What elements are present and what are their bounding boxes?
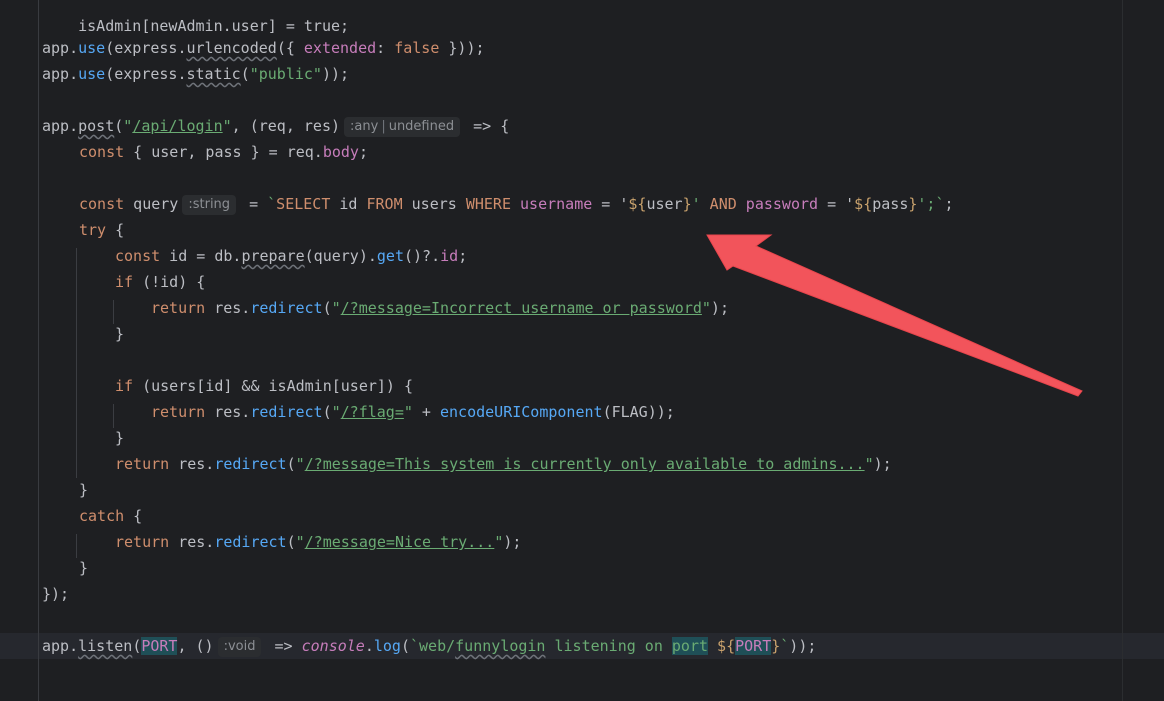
annotation-arrow (706, 234, 1083, 397)
arrow-shape (706, 234, 1083, 397)
code-editor[interactable]: isAdmin[newAdmin.user] = true; app.use(e… (0, 0, 1164, 701)
